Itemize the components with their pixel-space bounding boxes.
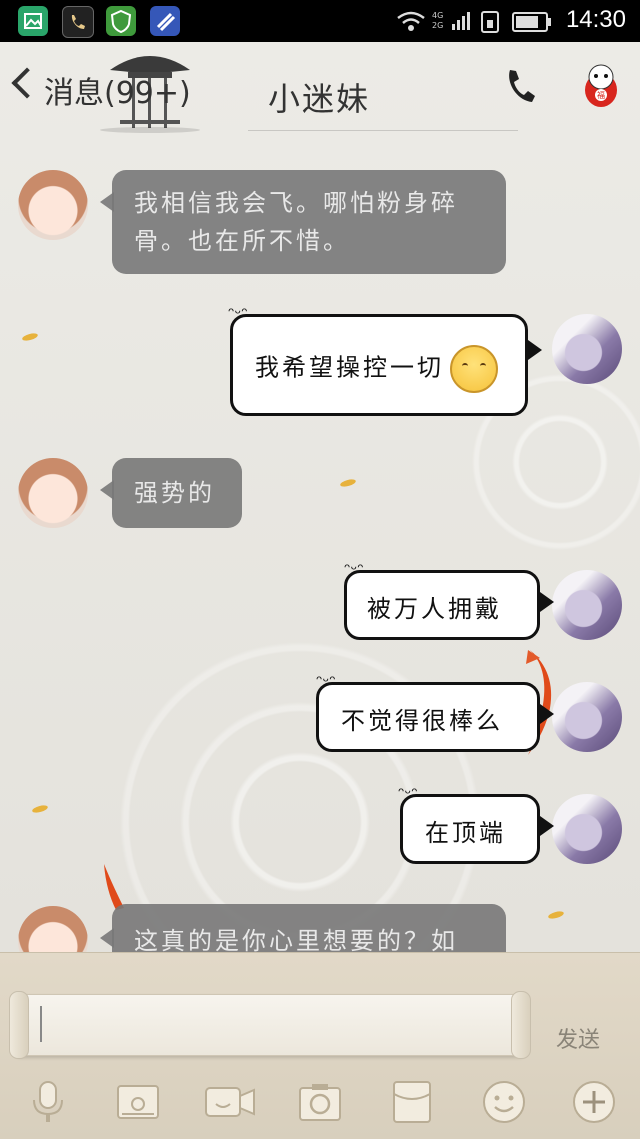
security-app-icon [106,6,136,36]
message-bubble-received[interactable]: 我相信我会飞。哪怕粉身碎骨。也在所不惜。 [112,170,506,274]
bubble-tail [540,704,554,724]
daruma-icon[interactable]: 福 [584,62,618,108]
contact-avatar[interactable] [18,458,88,528]
send-button[interactable]: 发送 [556,1022,600,1054]
image-icon[interactable] [116,1080,160,1124]
battery-icon [512,12,551,32]
video-call-icon[interactable] [204,1080,256,1124]
message-bubble-sent[interactable]: 不觉得很棒么 [316,682,540,752]
text-cursor [40,1006,42,1042]
bubble-tail [528,340,542,360]
plus-icon[interactable] [572,1080,616,1124]
status-time: 14:30 [565,6,626,33]
chat-title: 小迷妹 [268,80,371,118]
user-avatar[interactable] [552,682,622,752]
phone-icon[interactable] [502,66,538,106]
message-text: 我希望操控一切 [255,353,444,382]
user-avatar[interactable] [552,794,622,864]
network-label: 4G 2G [432,11,444,30]
message-bubble-sent[interactable]: 我希望操控一切 [230,314,528,416]
user-avatar[interactable] [552,570,622,640]
svg-text:福: 福 [597,91,605,100]
message-input[interactable] [9,991,531,1059]
emoji-icon[interactable] [482,1080,526,1124]
wifi-icon [397,11,425,31]
status-bar: 4G 2G 14:30 [0,0,640,42]
bubble-tail [540,592,554,612]
message-bubble-sent[interactable]: 在顶端 [400,794,540,864]
signal-icon [452,12,470,30]
red-packet-icon[interactable] [392,1080,432,1124]
camera-icon[interactable] [298,1080,342,1124]
phone-app-icon [62,6,94,38]
user-avatar[interactable] [552,314,622,384]
microphone-icon[interactable] [26,1080,70,1124]
title-divider [248,130,518,131]
tools-app-icon [150,6,180,36]
gallery-app-icon [18,6,48,36]
sim-icon [481,11,499,33]
message-bubble-received[interactable]: 强势的 [112,458,242,528]
bubble-tail [540,816,554,836]
contact-avatar[interactable] [18,170,88,240]
shy-face-emoji [450,345,498,393]
message-bubble-sent[interactable]: 被万人拥戴 [344,570,540,640]
back-button[interactable]: 消息(99+) [44,68,191,112]
